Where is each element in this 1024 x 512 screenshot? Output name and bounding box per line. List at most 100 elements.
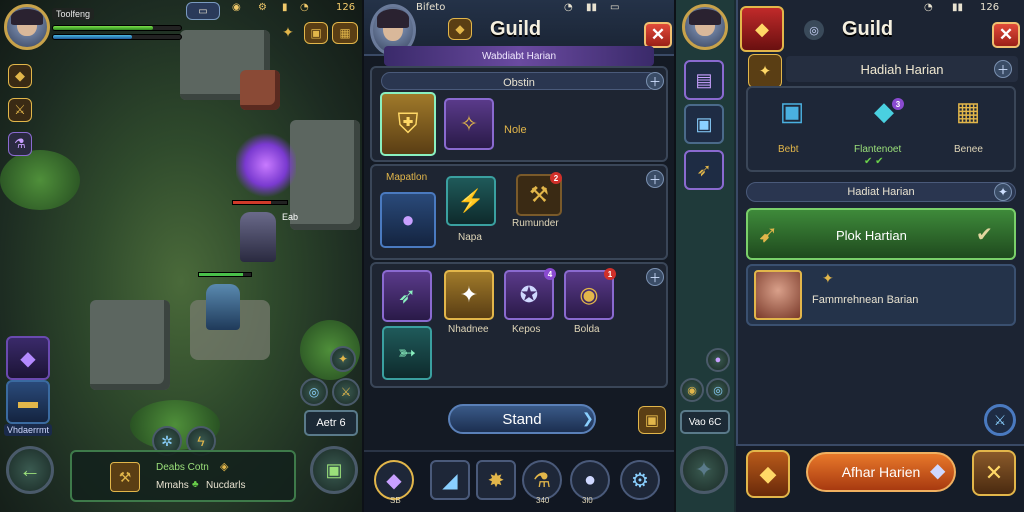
- side-counter[interactable]: Vao 6C: [680, 410, 730, 434]
- rock: [240, 70, 280, 110]
- item-mage-label: Napa: [458, 232, 482, 243]
- hotbar-count-1: SB: [390, 496, 401, 505]
- bush: [0, 150, 80, 210]
- gem-icon[interactable]: ◆: [8, 64, 32, 88]
- book-icon[interactable]: ▤: [684, 60, 724, 100]
- treasure-icon[interactable]: ▣: [638, 406, 666, 434]
- shield-skill-icon[interactable]: ◎: [300, 378, 328, 406]
- player-name: Toolfeng: [52, 8, 95, 20]
- crossbow-item-icon[interactable]: ➶: [382, 270, 432, 322]
- guild-panel: Bifeto ◆ Guild ◔ ▮▮ ▭ ✕ Wabdiabt Harian …: [364, 0, 674, 512]
- side-counter-label: Vao 6C: [688, 416, 722, 428]
- chest-side-icon[interactable]: ▣: [684, 104, 724, 144]
- back-button[interactable]: ←: [6, 446, 54, 494]
- bottom-left-button[interactable]: ✦: [680, 446, 728, 494]
- sword-icon[interactable]: ⚔: [8, 98, 32, 122]
- hero-label: Fammrehnean Barian: [812, 294, 919, 306]
- gold-side-icon[interactable]: ◉: [680, 378, 704, 402]
- chest-icon[interactable]: ✦: [276, 22, 300, 42]
- reward-label-2: Flantenoet: [854, 144, 902, 155]
- hotbar-gear-icon[interactable]: ⚙: [620, 460, 660, 500]
- player-health-bar: [198, 272, 252, 277]
- hotbar-fire-icon[interactable]: ✸: [476, 460, 516, 500]
- player-avatar[interactable]: [4, 4, 50, 50]
- menu-button[interactable]: ▭: [186, 2, 220, 20]
- subtitle-text: Wabdiabt Harian: [481, 50, 557, 62]
- armor-badge: 4: [544, 268, 556, 280]
- section3-add-button[interactable]: ＋: [646, 268, 664, 286]
- start-button[interactable]: Stand: [448, 404, 596, 434]
- rock: [290, 120, 360, 230]
- reward-crystal-icon[interactable]: ◆: [854, 96, 914, 127]
- close-button[interactable]: ✕: [992, 22, 1020, 48]
- item-skill-icon[interactable]: ✦: [330, 346, 356, 372]
- cancel-button[interactable]: ✕: [972, 450, 1016, 496]
- daily-header-bar: Hadiah Harian: [786, 56, 1018, 82]
- map-icon[interactable]: ▦: [332, 22, 358, 44]
- orb-side-icon[interactable]: ●: [706, 348, 730, 372]
- arrows-item-icon[interactable]: ➳: [382, 326, 432, 380]
- guild-emblem-icon[interactable]: ◆: [448, 18, 472, 40]
- sub-header: Hadiat Harian: [847, 186, 915, 198]
- mage-item-icon[interactable]: ⚡: [446, 176, 496, 226]
- hotbar-shield-icon[interactable]: ◆: [374, 460, 414, 500]
- crystal-skill-icon[interactable]: ◆: [6, 336, 50, 380]
- hero-row[interactable]: ✦ Fammrehnean Barian: [746, 264, 1016, 326]
- action-gem-icon: ◆: [930, 460, 946, 482]
- rock: [90, 300, 170, 390]
- scroll-icon[interactable]: ▣: [304, 22, 328, 44]
- daily-add-button[interactable]: ＋: [994, 60, 1012, 78]
- wifi-icon: ◔: [300, 2, 309, 13]
- quest-title: Deabs Cotn: [156, 462, 209, 473]
- horn-badge: 1: [604, 268, 616, 280]
- enemy-health-bar: [232, 200, 288, 205]
- shield-side-icon[interactable]: ◎: [706, 378, 730, 402]
- reward-label-1: Bebt: [778, 144, 799, 155]
- reward-chest-icon[interactable]: ▣: [762, 96, 822, 127]
- dagger-skill-icon[interactable]: ⚔: [332, 378, 360, 406]
- player-avatar[interactable]: [682, 4, 728, 50]
- action-label: Afhar Harien: [841, 464, 921, 480]
- potion-icon[interactable]: ⚗: [8, 132, 32, 156]
- section-weapons: Obstin ＋ ⛨ ✧ Nole: [370, 66, 668, 162]
- daily-header: Hadiah Harian: [860, 61, 944, 77]
- hotbar-orb-icon[interactable]: ●: [570, 460, 610, 500]
- health-bar: [52, 25, 182, 31]
- row3-label-3: Bolda: [574, 324, 600, 335]
- leaf-icon: ♣: [192, 479, 199, 490]
- time-text: 126: [980, 2, 1000, 13]
- sub-add-button[interactable]: ✦: [994, 183, 1012, 201]
- emblem-button[interactable]: ◆: [746, 450, 790, 498]
- orb-item-icon[interactable]: ●: [380, 192, 436, 248]
- section1-add-button[interactable]: ＋: [646, 72, 664, 90]
- bag-button[interactable]: ▣: [310, 446, 358, 494]
- reward-badge: 3: [892, 98, 904, 110]
- wing-item-icon[interactable]: ✧: [444, 98, 494, 150]
- shield-item-icon[interactable]: ⛨: [380, 92, 436, 156]
- start-label: Stand: [502, 410, 542, 428]
- hotbar-count-2: 340: [536, 496, 550, 505]
- hotbar-potion-icon[interactable]: ⚗: [522, 460, 562, 500]
- quest-card[interactable]: ⚒ Deabs Cotn ◈ Mmahs ♣ Nucdarls: [70, 450, 296, 502]
- settings-icon[interactable]: ⚙: [258, 2, 267, 13]
- claim-row[interactable]: ➹ Plok Hartian ✔: [746, 208, 1016, 260]
- cannon-skill-icon[interactable]: ▬: [6, 380, 50, 424]
- enemy-unit[interactable]: [240, 212, 276, 262]
- blade-item-icon[interactable]: ✦: [444, 270, 494, 320]
- guild-emblem-icon[interactable]: ◆: [740, 6, 784, 52]
- section2-add-button[interactable]: ＋: [646, 170, 664, 188]
- time-text: 126: [336, 2, 356, 13]
- reward-box-icon[interactable]: ▦: [938, 96, 998, 127]
- signal-icon: ▮▮: [586, 2, 598, 13]
- daily-reward-panel: ▤ ▣ ➶ ● ◉ ◎ Vao 6C ✦ ◆ ✦ ◔ ▮▮ 126 ◎ Guil…: [676, 0, 1024, 512]
- bow-side-icon[interactable]: ➶: [684, 150, 724, 190]
- player-unit[interactable]: [206, 284, 240, 330]
- hotbar-crystal-icon[interactable]: ◢: [430, 460, 470, 500]
- counter-box[interactable]: Aetr 6: [304, 410, 358, 436]
- close-button[interactable]: ✕: [644, 22, 672, 48]
- crest-icon[interactable]: ✦: [748, 54, 782, 88]
- subtitle-banner: Wabdiabt Harian: [384, 46, 654, 66]
- guild-small-icon[interactable]: ◎: [804, 20, 824, 40]
- sword-round-icon[interactable]: ⚔: [984, 404, 1016, 436]
- quest-line2-right: Nucdarls: [206, 480, 246, 491]
